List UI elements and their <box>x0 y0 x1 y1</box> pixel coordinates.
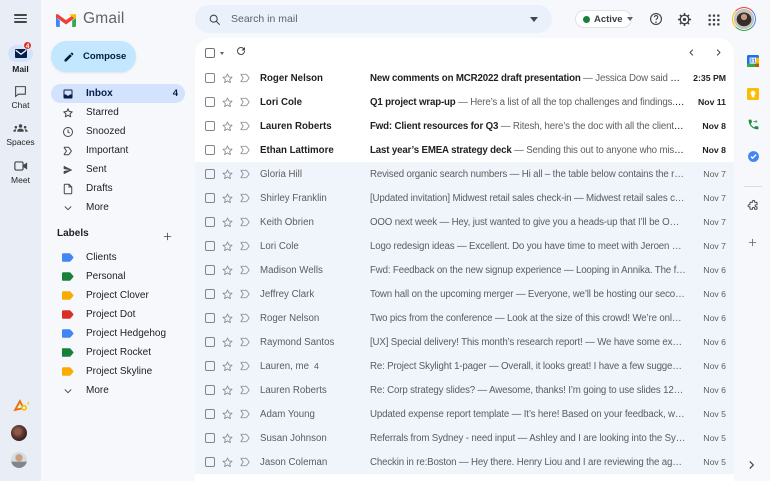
svg-text:31: 31 <box>750 59 756 65</box>
